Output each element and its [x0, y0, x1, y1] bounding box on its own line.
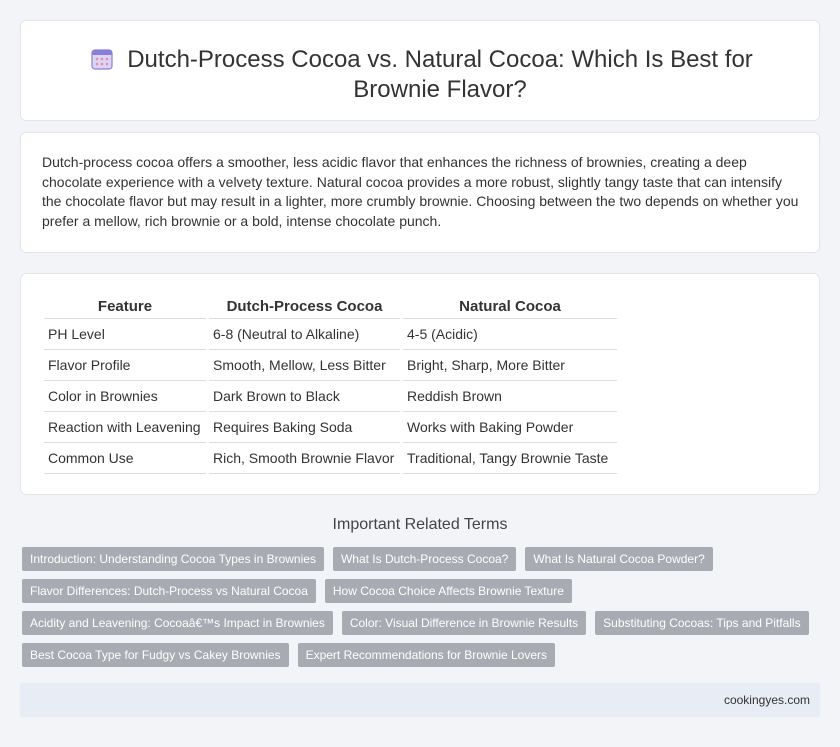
- term-tag[interactable]: What Is Dutch-Process Cocoa?: [332, 547, 517, 571]
- term-tag[interactable]: How Cocoa Choice Affects Brownie Texture: [324, 579, 572, 603]
- header-natural: Natural Cocoa: [403, 294, 617, 319]
- table-cell: Flavor Profile: [44, 350, 206, 381]
- related-terms-list: Introduction: Understanding Cocoa Types …: [22, 547, 812, 667]
- comparison-table: Feature Dutch-Process Cocoa Natural Coco…: [41, 294, 620, 474]
- footer: cookingyes.com: [20, 683, 820, 717]
- table-cell: Requires Baking Soda: [209, 412, 400, 443]
- table-cell: Works with Baking Powder: [403, 412, 617, 443]
- table-row: Reaction with Leavening Requires Baking …: [44, 412, 617, 443]
- term-tag[interactable]: Expert Recommendations for Brownie Lover…: [297, 643, 556, 667]
- comparison-card: Feature Dutch-Process Cocoa Natural Coco…: [20, 273, 820, 495]
- table-cell: Dark Brown to Black: [209, 381, 400, 412]
- term-tag[interactable]: Introduction: Understanding Cocoa Types …: [22, 547, 324, 571]
- table-cell: PH Level: [44, 319, 206, 350]
- title-card: Dutch-Process Cocoa vs. Natural Cocoa: W…: [20, 20, 820, 121]
- table-cell: Reddish Brown: [403, 381, 617, 412]
- table-cell: Color in Brownies: [44, 381, 206, 412]
- table-cell: Smooth, Mellow, Less Bitter: [209, 350, 400, 381]
- header-dutch: Dutch-Process Cocoa: [209, 294, 400, 319]
- intro-paragraph: Dutch-process cocoa offers a smoother, l…: [42, 154, 799, 229]
- table-cell: Traditional, Tangy Brownie Taste: [403, 443, 617, 474]
- intro-card: Dutch-process cocoa offers a smoother, l…: [20, 132, 820, 253]
- table-cell: Rich, Smooth Brownie Flavor: [209, 443, 400, 474]
- table-cell: 4-5 (Acidic): [403, 319, 617, 350]
- table-cell: 6-8 (Neutral to Alkaline): [209, 319, 400, 350]
- table-cell: Reaction with Leavening: [44, 412, 206, 443]
- related-terms-heading: Important Related Terms: [332, 516, 508, 533]
- header-feature: Feature: [44, 294, 206, 319]
- footer-site[interactable]: cookingyes.com: [724, 693, 810, 707]
- term-tag[interactable]: Best Cocoa Type for Fudgy vs Cakey Brown…: [22, 643, 289, 667]
- term-tag[interactable]: Substituting Cocoas: Tips and Pitfalls: [595, 611, 809, 635]
- table-row: PH Level 6-8 (Neutral to Alkaline) 4-5 (…: [44, 319, 617, 350]
- table-header-row: Feature Dutch-Process Cocoa Natural Coco…: [44, 294, 617, 319]
- table-row: Flavor Profile Smooth, Mellow, Less Bitt…: [44, 350, 617, 381]
- table-cell: Common Use: [44, 443, 206, 474]
- table-row: Common Use Rich, Smooth Brownie Flavor T…: [44, 443, 617, 474]
- term-tag[interactable]: Flavor Differences: Dutch-Process vs Nat…: [22, 579, 316, 603]
- term-tag[interactable]: Color: Visual Difference in Brownie Resu…: [341, 611, 587, 635]
- table-row: Color in Brownies Dark Brown to Black Re…: [44, 381, 617, 412]
- term-tag[interactable]: What Is Natural Cocoa Powder?: [525, 547, 713, 571]
- term-tag[interactable]: Acidity and Leavening: Cocoaâ€™s Impact …: [22, 611, 333, 635]
- table-cell: Bright, Sharp, More Bitter: [403, 350, 617, 381]
- page-title: Dutch-Process Cocoa vs. Natural Cocoa: W…: [127, 46, 753, 103]
